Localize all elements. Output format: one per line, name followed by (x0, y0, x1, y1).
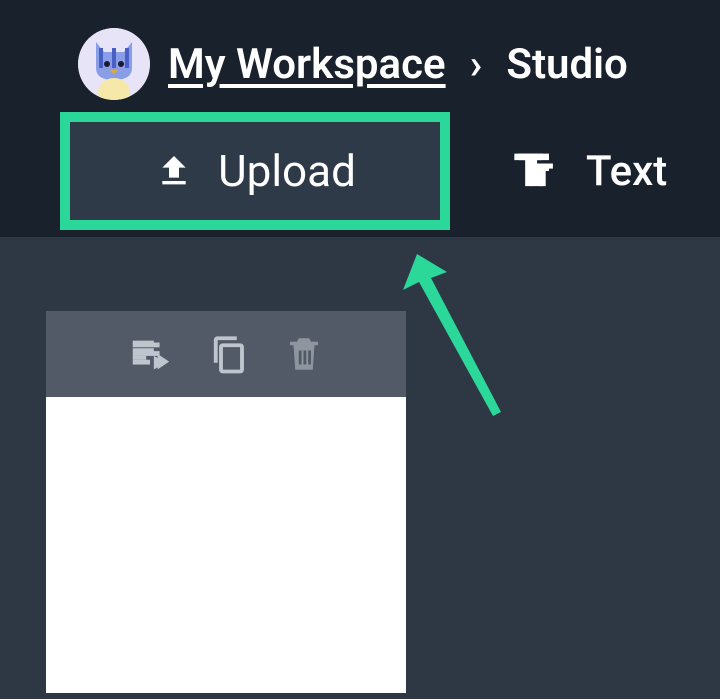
playlist-play-icon[interactable] (127, 331, 173, 377)
cat-avatar-icon (78, 28, 150, 100)
text-button[interactable]: Text (498, 127, 679, 215)
text-label: Text (586, 147, 667, 196)
upload-label: Upload (218, 145, 356, 197)
breadcrumb: My Workspace › Studio (0, 28, 720, 100)
text-format-icon (510, 145, 562, 197)
breadcrumb-separator: › (470, 40, 483, 89)
card[interactable] (46, 311, 406, 693)
content-area (0, 237, 720, 699)
top-bar: My Workspace › Studio Upload Text (0, 0, 720, 237)
upload-button[interactable]: Upload (60, 112, 450, 230)
avatar[interactable] (78, 28, 150, 100)
breadcrumb-current: Studio (506, 40, 628, 89)
workspace-link[interactable]: My Workspace (168, 40, 446, 89)
trash-icon[interactable] (283, 333, 325, 375)
card-toolbar (46, 311, 406, 397)
copy-icon[interactable] (207, 333, 249, 375)
toolbar: Upload Text (0, 100, 720, 230)
card-body (46, 397, 406, 693)
upload-icon (154, 151, 194, 191)
